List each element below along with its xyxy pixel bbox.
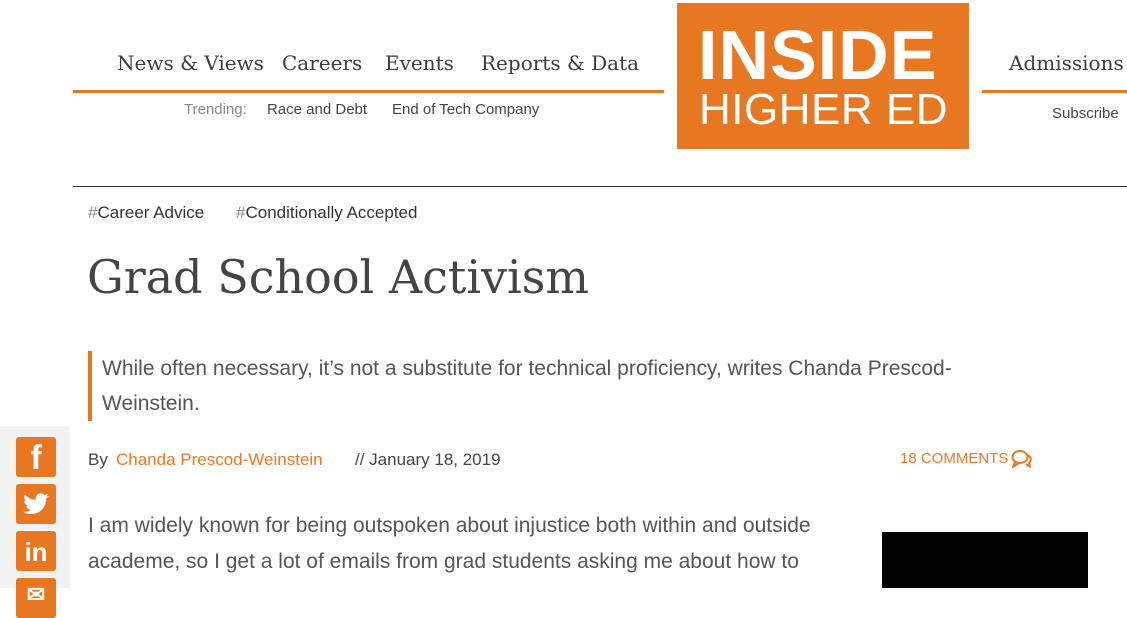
nav-news-views[interactable]: News & Views	[117, 51, 264, 75]
right-nav: Admissions	[982, 48, 1127, 93]
comment-icon[interactable]	[1011, 449, 1033, 469]
tag-conditionally-accepted[interactable]: #Conditionally Accepted	[236, 203, 417, 223]
byline-label: By	[88, 450, 108, 469]
trending-link-race-debt[interactable]: Race and Debt	[267, 101, 367, 118]
article-deck: While often necessary, it’s not a substi…	[88, 351, 1022, 421]
trending-link-tech-company[interactable]: End of Tech Company	[392, 101, 539, 118]
social-share-bar: f in ✉	[0, 426, 70, 618]
tag-label: Conditionally Accepted	[245, 203, 418, 222]
nav-admissions[interactable]: Admissions	[1009, 51, 1124, 75]
article-title: Grad School Activism	[87, 250, 589, 304]
header-divider	[73, 186, 1127, 187]
trending-label: Trending:	[184, 101, 247, 118]
main-nav: News & Views Careers Events Reports & Da…	[73, 48, 664, 93]
nav-careers[interactable]: Careers	[282, 51, 362, 75]
logo-line-1: INSIDE	[698, 16, 938, 94]
article-body: I am widely known for being outspoken ab…	[88, 514, 811, 573]
nav-reports-data[interactable]: Reports & Data	[481, 51, 639, 75]
ad-placeholder	[882, 532, 1088, 588]
linkedin-share-button[interactable]: in	[16, 531, 56, 571]
linkedin-icon: in	[24, 537, 48, 567]
logo-line-2: HIGHER ED	[699, 85, 948, 134]
email-share-button[interactable]: ✉	[16, 578, 56, 618]
subscribe-link[interactable]: Subscribe	[1052, 105, 1119, 122]
tag-career-advice[interactable]: #Career Advice	[88, 203, 204, 223]
nav-events[interactable]: Events	[385, 51, 454, 75]
article-date: // January 18, 2019	[355, 450, 501, 469]
comments-link[interactable]: 18 COMMENTS	[900, 450, 1008, 467]
twitter-icon	[23, 493, 49, 515]
twitter-share-button[interactable]	[16, 484, 56, 524]
facebook-share-button[interactable]: f	[16, 437, 56, 477]
tag-label: Career Advice	[97, 203, 205, 222]
site-logo[interactable]: INSIDE HIGHER ED	[677, 3, 969, 149]
facebook-icon: f	[30, 439, 42, 477]
email-icon: ✉	[26, 582, 46, 607]
author-link[interactable]: Chanda Prescod-Weinstein	[116, 450, 323, 470]
